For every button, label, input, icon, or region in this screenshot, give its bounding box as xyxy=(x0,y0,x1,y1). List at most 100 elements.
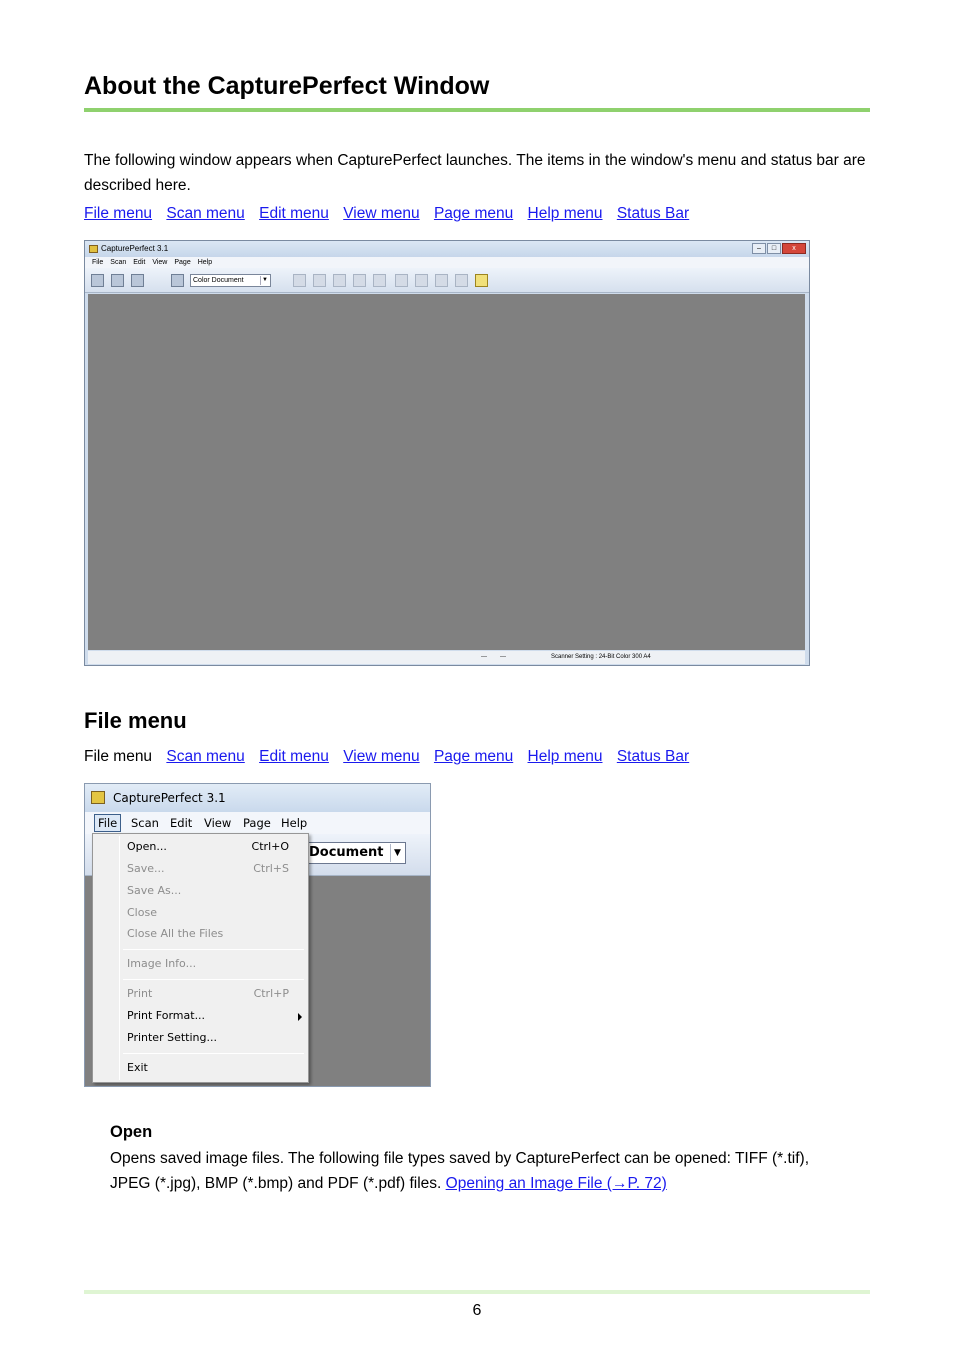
status-scanner-setting: Scanner Setting : 24-Bit Color 300 A4 xyxy=(551,654,651,660)
document-type-select[interactable]: Document ▼ xyxy=(306,842,406,864)
menu-item-label: Save... xyxy=(127,862,165,875)
menu-separator xyxy=(123,979,304,980)
zoom-out-icon[interactable] xyxy=(353,274,366,287)
menu-item-label: Close xyxy=(127,906,157,919)
menu-view[interactable]: View xyxy=(204,812,231,834)
menu-scan[interactable]: Scan xyxy=(131,812,159,834)
scan-page-icon[interactable] xyxy=(111,274,124,287)
file-window-menubar: File Scan Edit View Page Help xyxy=(85,812,430,834)
menu-item-printer-setting[interactable]: Printer Setting... xyxy=(127,1029,303,1047)
menu-item-label: Printer Setting... xyxy=(127,1031,217,1044)
link-scan-menu[interactable]: Scan menu xyxy=(166,205,244,222)
menu-page[interactable]: Page xyxy=(243,812,271,834)
menu-item-shortcut: Ctrl+O xyxy=(251,840,289,853)
link-help-menu[interactable]: Help menu xyxy=(528,748,603,765)
menu-help[interactable]: Help xyxy=(198,257,212,268)
chevron-down-icon: ▼ xyxy=(260,276,269,285)
app-icon xyxy=(89,245,98,253)
main-menubar: File Scan Edit View Page Help xyxy=(85,257,809,268)
main-toolbar: Color Document ▼ xyxy=(85,268,809,293)
main-window-title: CapturePerfect 3.1 xyxy=(101,244,169,253)
menu-item-exit[interactable]: Exit xyxy=(127,1059,303,1077)
menu-gutter xyxy=(119,836,120,1080)
menu-separator xyxy=(123,1053,304,1054)
title-underline xyxy=(84,108,870,112)
footer-rule xyxy=(84,1290,870,1294)
menu-file-selected[interactable]: File xyxy=(94,814,122,832)
link-file-menu[interactable]: File menu xyxy=(84,205,152,222)
menu-item-save[interactable]: Save... Ctrl+S xyxy=(127,860,303,878)
link-status-bar[interactable]: Status Bar xyxy=(617,205,689,222)
open-description: Opens saved image files. The following f… xyxy=(110,1146,880,1196)
main-window-titlebar: CapturePerfect 3.1 – □ x xyxy=(85,241,809,257)
file-window-titlebar: CapturePerfect 3.1 xyxy=(85,784,430,812)
link-view-menu[interactable]: View menu xyxy=(343,748,419,765)
menu-separator xyxy=(123,949,304,950)
link-scan-menu[interactable]: Scan menu xyxy=(166,748,244,765)
chevron-down-icon: ▼ xyxy=(390,844,404,862)
file-dropdown-menu: Open... Ctrl+O Save... Ctrl+S Save As...… xyxy=(92,833,309,1083)
link-edit-menu[interactable]: Edit menu xyxy=(259,205,329,222)
link-view-menu[interactable]: View menu xyxy=(343,205,419,222)
menu-item-shortcut: Ctrl+P xyxy=(253,987,289,1000)
open-description-line-1: Opens saved image files. The following f… xyxy=(110,1150,810,1167)
scanner-icon[interactable] xyxy=(171,274,184,287)
minimize-icon[interactable]: – xyxy=(752,243,766,254)
link-status-bar[interactable]: Status Bar xyxy=(617,748,689,765)
intro-paragraph: The following window appears when Captur… xyxy=(84,152,866,194)
close-icon[interactable]: x xyxy=(782,243,806,254)
section-link-bar: File menu Scan menu Edit menu View menu … xyxy=(84,748,699,766)
next-page-icon[interactable] xyxy=(435,274,448,287)
page-title: About the CapturePerfect Window xyxy=(84,72,490,100)
menu-item-close[interactable]: Close xyxy=(127,904,303,922)
link-page-menu[interactable]: Page menu xyxy=(434,205,513,222)
menu-scan[interactable]: Scan xyxy=(110,257,126,268)
link-edit-menu[interactable]: Edit menu xyxy=(259,748,329,765)
menu-item-shortcut: Ctrl+S xyxy=(253,862,289,875)
submenu-arrow-icon xyxy=(298,1013,302,1021)
menu-item-label: Open... xyxy=(127,840,167,853)
menu-item-print-format[interactable]: Print Format... xyxy=(127,1007,303,1025)
menu-edit[interactable]: Edit xyxy=(133,257,145,268)
file-menu-screenshot: CapturePerfect 3.1 File Scan Edit View P… xyxy=(84,783,431,1087)
menu-item-open[interactable]: Open... Ctrl+O xyxy=(127,838,303,856)
menu-item-save-as[interactable]: Save As... xyxy=(127,882,303,900)
menu-file[interactable]: File xyxy=(92,257,103,268)
scan-batch-icon[interactable] xyxy=(91,274,104,287)
open-description-text: JPEG (*.jpg), BMP (*.bmp) and PDF (*.pdf… xyxy=(110,1175,442,1192)
page-number: 6 xyxy=(472,1302,482,1319)
status-field-1: --- xyxy=(481,654,487,660)
menu-item-label: Save As... xyxy=(127,884,182,897)
app-icon xyxy=(91,791,105,804)
menu-item-label: Exit xyxy=(127,1061,148,1074)
document-type-select[interactable]: Color Document ▼ xyxy=(190,274,271,287)
view-thumbnail-icon[interactable] xyxy=(313,274,326,287)
file-window-title: CapturePerfect 3.1 xyxy=(113,791,226,805)
open-description-line-2: JPEG (*.jpg), BMP (*.bmp) and PDF (*.pdf… xyxy=(110,1171,880,1196)
link-help-menu[interactable]: Help menu xyxy=(528,205,603,222)
main-window-screenshot: CapturePerfect 3.1 – □ x File Scan Edit … xyxy=(84,240,810,666)
top-link-bar: File menu Scan menu Edit menu View menu … xyxy=(84,205,699,223)
scan-mail-icon[interactable] xyxy=(131,274,144,287)
zoom-in-icon[interactable] xyxy=(333,274,346,287)
menu-view[interactable]: View xyxy=(152,257,167,268)
menu-item-image-info[interactable]: Image Info... xyxy=(127,955,303,973)
image-display-area xyxy=(88,294,805,650)
menu-item-print[interactable]: Print Ctrl+P xyxy=(127,985,303,1003)
menu-item-label: Close All the Files xyxy=(127,927,224,940)
current-file-menu: File menu xyxy=(84,748,153,765)
help-icon[interactable] xyxy=(475,274,488,287)
menu-edit[interactable]: Edit xyxy=(170,812,192,834)
view-single-icon[interactable] xyxy=(293,274,306,287)
menu-page[interactable]: Page xyxy=(174,257,190,268)
link-page-menu[interactable]: Page menu xyxy=(434,748,513,765)
maximize-icon[interactable]: □ xyxy=(767,243,781,254)
first-page-icon[interactable] xyxy=(395,274,408,287)
menu-item-label: Print xyxy=(127,987,153,1000)
last-page-icon[interactable] xyxy=(455,274,468,287)
menu-help[interactable]: Help xyxy=(281,812,307,834)
prev-page-icon[interactable] xyxy=(415,274,428,287)
link-opening-image-file[interactable]: Opening an Image File (→P. 72) xyxy=(446,1175,667,1192)
menu-item-close-all[interactable]: Close All the Files xyxy=(127,925,303,943)
zoom-area-icon[interactable] xyxy=(373,274,386,287)
